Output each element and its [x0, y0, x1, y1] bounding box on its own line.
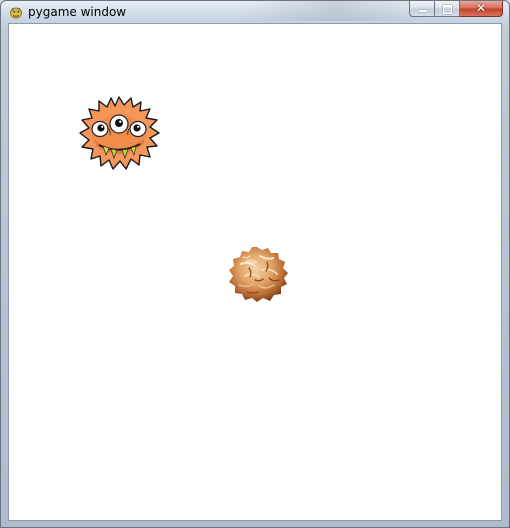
pygame-icon	[10, 7, 22, 19]
caption-buttons: ✕	[409, 1, 503, 18]
title-bar-glass	[241, 1, 431, 21]
cookie-body	[229, 247, 288, 302]
close-button[interactable]: ✕	[460, 1, 503, 17]
game-canvas[interactable]	[8, 23, 502, 521]
window-title: pygame window	[28, 5, 127, 19]
maximize-button[interactable]	[435, 1, 460, 17]
close-icon: ✕	[475, 1, 487, 15]
minimize-button[interactable]	[409, 1, 435, 17]
minimize-icon	[419, 10, 427, 12]
cookie-sprite	[229, 247, 288, 302]
title-bar[interactable]: pygame window ✕	[1, 1, 509, 23]
monster-sprite	[79, 96, 160, 170]
maximize-icon	[443, 5, 452, 14]
pygame-window: pygame window ✕	[0, 0, 510, 528]
